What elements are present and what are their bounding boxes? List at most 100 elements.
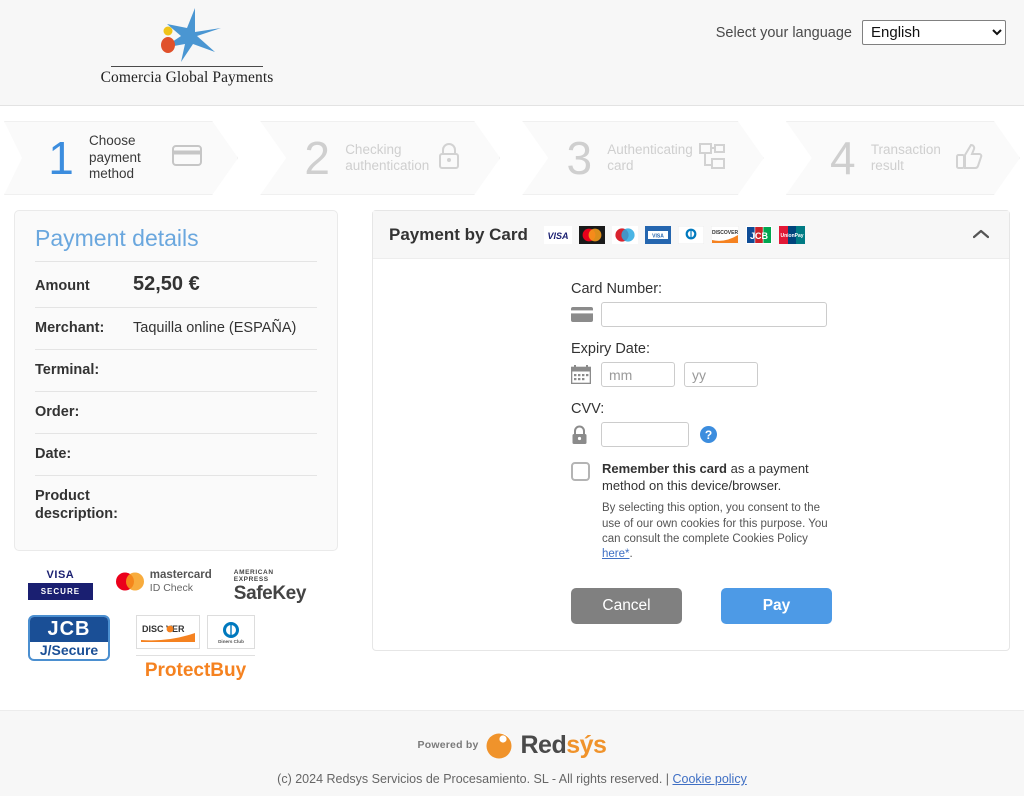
- step-label: Authenticating card: [607, 141, 693, 173]
- left-column: Payment details Amount 52,50 € Merchant:…: [14, 210, 338, 682]
- right-column: Payment by Card VISA VISA DISCOVER JCB U…: [372, 210, 1010, 652]
- payment-by-card-panel: Payment by Card VISA VISA DISCOVER JCB U…: [372, 210, 1010, 652]
- remember-card-checkbox[interactable]: [571, 462, 590, 481]
- diners-club-logo: Diners Club: [207, 615, 255, 650]
- padlock-icon: [571, 425, 601, 445]
- step-checking-authentication: 2 Checking authentication: [260, 121, 500, 195]
- card-brand-logos: VISA VISA DISCOVER JCB UnionPay: [543, 225, 967, 244]
- card-number-label: Card Number:: [571, 281, 663, 297]
- svg-text:UnionPay: UnionPay: [780, 233, 803, 239]
- detail-label: Merchant:: [35, 320, 105, 336]
- cookie-policy-link[interactable]: Cookie policy: [672, 772, 746, 786]
- cookies-policy-here-link[interactable]: here*: [602, 548, 630, 560]
- remember-card-strong: Remember this card: [602, 461, 727, 476]
- step-number: 3: [566, 132, 593, 184]
- credit-card-icon: [167, 145, 207, 171]
- main-content: Payment details Amount 52,50 € Merchant:…: [0, 210, 1024, 710]
- step-number: 2: [304, 132, 330, 184]
- protectbuy-badge: DISC VER Diners Club ProtectBuy: [136, 615, 255, 682]
- discover-logo: DISC VER: [136, 615, 200, 650]
- credit-card-icon: [571, 307, 601, 322]
- detail-row-product-description: Product description:: [35, 475, 317, 534]
- jcb-line2: J/Secure: [39, 642, 99, 659]
- expiry-month-input[interactable]: [601, 362, 675, 387]
- step-label: Transaction result: [870, 141, 941, 173]
- security-badges-row-1: VISA SECURE mastercard ID Check AMERICAN…: [28, 569, 328, 605]
- logo-text: Comercia Global Payments: [100, 69, 274, 86]
- pay-button[interactable]: Pay: [721, 588, 832, 625]
- unionpay-icon: UnionPay: [778, 225, 805, 244]
- svg-text:JCB: JCB: [750, 231, 769, 241]
- diners-club-icon: [677, 225, 704, 244]
- step-transaction-result: 4 Transaction result: [786, 121, 1020, 195]
- detail-row-order: Order:: [35, 391, 317, 433]
- detail-row-date: Date:: [35, 433, 317, 475]
- chevron-up-icon[interactable]: [967, 222, 995, 247]
- detail-row-merchant: Merchant: Taquilla online (ESPAÑA): [35, 307, 317, 349]
- consent-tail: .: [629, 548, 633, 561]
- amex-line1: AMERICAN EXPRESS: [233, 569, 274, 584]
- step-number: 1: [48, 132, 74, 184]
- payment-details-title: Payment details: [35, 225, 199, 251]
- payment-details-card: Payment details Amount 52,50 € Merchant:…: [14, 210, 338, 552]
- detail-label: Amount: [35, 278, 90, 294]
- lock-icon: [429, 142, 469, 175]
- visa-electron-icon: VISA: [644, 225, 671, 244]
- visa-secure-line2: SECURE: [28, 583, 93, 601]
- jcb-line1: JCB: [30, 617, 108, 643]
- security-badges: VISA SECURE mastercard ID Check AMERICAN…: [14, 551, 338, 682]
- cookie-consent-text: By selecting this option, you consent to…: [602, 501, 834, 562]
- cvv-label: CVV:: [571, 401, 605, 417]
- powered-by-redsys: Powered by Redsýs: [0, 730, 1024, 760]
- mastercard-line1: mastercard: [149, 569, 212, 582]
- cvv-input[interactable]: [601, 422, 689, 447]
- discover-icon: DISCOVER: [710, 225, 739, 244]
- visa-secure-line1: VISA: [46, 569, 75, 582]
- redsys-wordmark: Redsýs: [520, 731, 606, 760]
- language-select[interactable]: English: [862, 20, 1006, 45]
- svg-text:VISA: VISA: [652, 233, 664, 239]
- detail-label: Product description:: [35, 488, 118, 523]
- svg-text:DISCOVER: DISCOVER: [712, 230, 739, 236]
- detail-value: Taquilla online (ESPAÑA): [133, 320, 297, 336]
- svg-text:VISA: VISA: [547, 231, 568, 241]
- card-number-row: [571, 302, 911, 327]
- detail-row-terminal: Terminal:: [35, 349, 317, 391]
- page-footer: Powered by Redsýs (c) 2024 Redsys Servic…: [0, 710, 1024, 796]
- expiry-date-row: [571, 362, 911, 387]
- redsys-logo-icon: [486, 733, 512, 759]
- expiry-date-label: Expiry Date:: [571, 341, 650, 357]
- card-form: Card Number: Expiry Date: mm yy CVV: ? R…: [571, 281, 911, 625]
- cancel-button[interactable]: Cancel: [571, 588, 682, 625]
- step-label: Choose payment method: [89, 133, 141, 182]
- calendar-icon: [571, 365, 601, 384]
- redsys-sys: sýs: [566, 730, 607, 759]
- step-choose-payment-method: 1 Choose payment method: [4, 121, 238, 195]
- redsys-red: Red: [520, 730, 567, 759]
- payment-by-card-body: Card Number: Expiry Date: mm yy CVV: ? R…: [373, 259, 1009, 650]
- detail-value: 52,50 €: [133, 273, 200, 295]
- protectbuy-text: ProtectBuy: [144, 660, 247, 682]
- expiry-year-input[interactable]: [684, 362, 758, 387]
- detail-label: Date:: [35, 446, 72, 462]
- maestro-icon: [611, 225, 638, 244]
- amex-safekey-badge: AMERICAN EXPRESS SafeKey: [233, 569, 307, 605]
- payment-by-card-header[interactable]: Payment by Card VISA VISA DISCOVER JCB U…: [373, 211, 1009, 259]
- copyright-text: (c) 2024 Redsys Servicios de Procesamien…: [277, 772, 673, 786]
- language-selector-area: Select your language English: [716, 20, 1006, 45]
- brand-logo: Comercia Global Payments: [72, 6, 302, 87]
- detail-label: Order:: [35, 404, 80, 420]
- panel-title: Payment by Card: [389, 224, 528, 244]
- progress-steps: 1 Choose payment method 2 Checking authe…: [0, 106, 1024, 210]
- mastercard-icon: [578, 225, 605, 244]
- card-number-input[interactable]: [601, 302, 827, 327]
- question-mark-icon[interactable]: ?: [700, 426, 717, 443]
- jcb-icon: JCB: [745, 225, 772, 244]
- jcb-jsecure-badge: JCB J/Secure: [28, 615, 110, 662]
- step-authenticating-card: 3 Authenticating card: [522, 121, 764, 195]
- cvv-row: ?: [571, 422, 911, 447]
- visa-icon: VISA: [543, 225, 572, 244]
- powered-by-label: Powered by: [417, 739, 479, 751]
- thumbs-up-icon: [949, 142, 989, 175]
- security-badges-row-2: JCB J/Secure DISC VER Diners Club Protec…: [28, 615, 328, 682]
